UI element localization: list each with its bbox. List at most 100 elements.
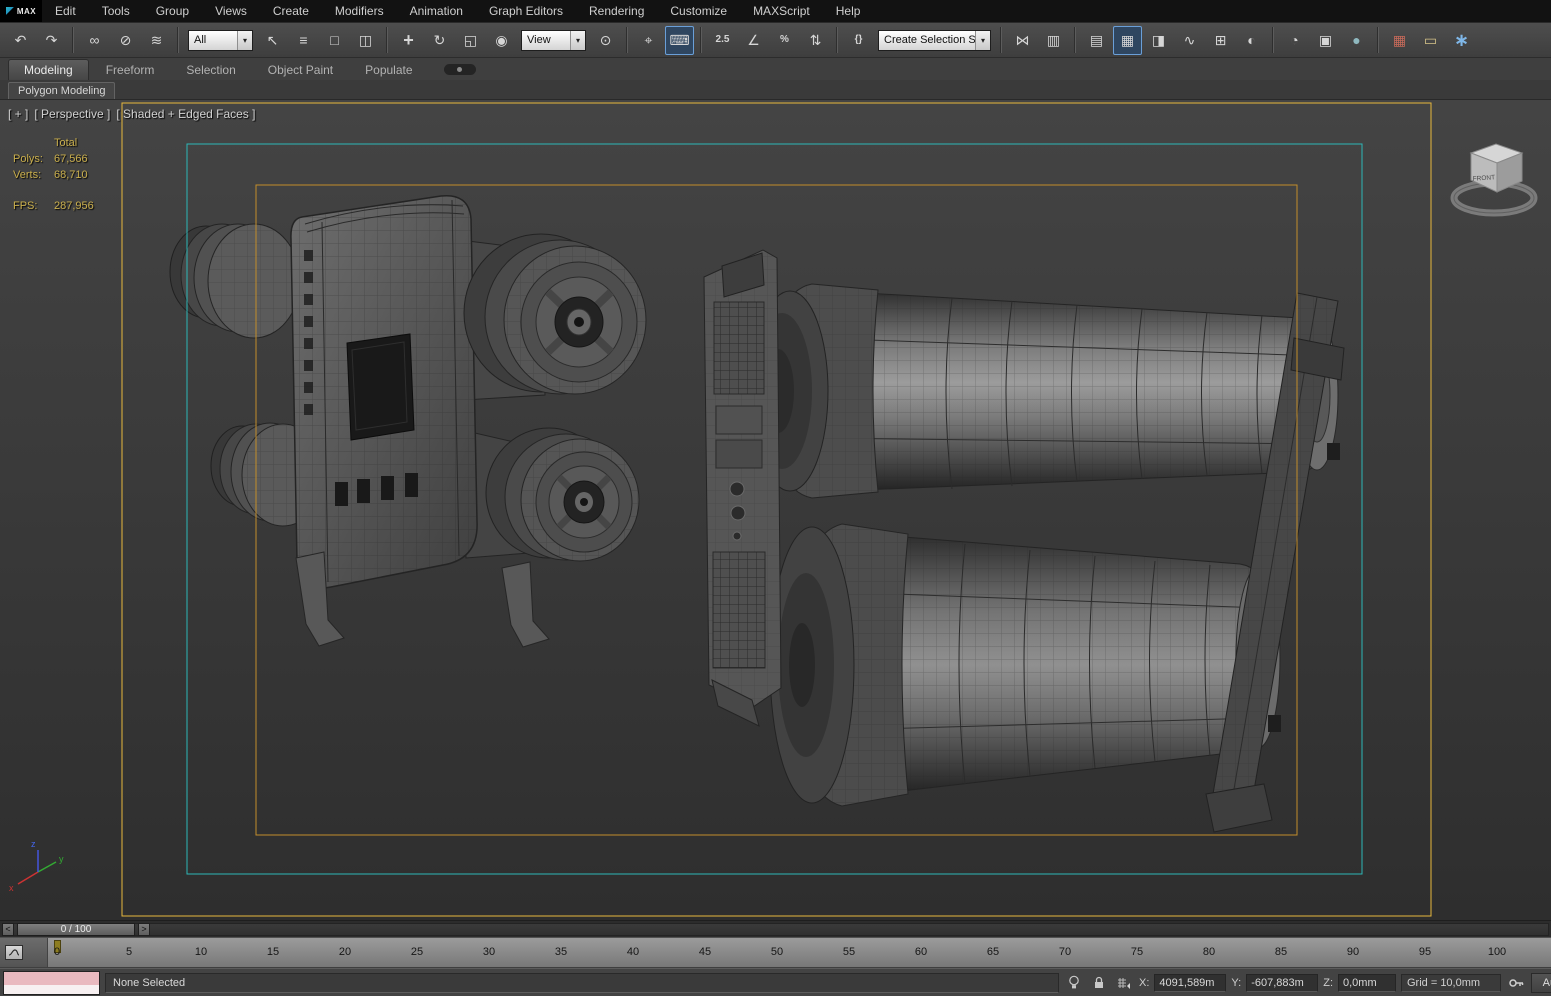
percent-snap-icon: % — [780, 34, 789, 45]
time-slider-track[interactable] — [2, 923, 1549, 936]
viewport-pov-menu[interactable]: [ Perspective ] — [34, 107, 110, 121]
window-crossing-toggle[interactable]: ◫ — [351, 26, 380, 55]
frame-tick-label: 50 — [770, 946, 784, 958]
percent-snap-toggle[interactable]: % — [770, 26, 799, 55]
3ds-max-window: MAX Edit Tools Group Views Create Modifiers An… — [0, 0, 1551, 996]
tab-polygon-modeling[interactable]: Polygon Modeling — [8, 82, 116, 99]
menu-animation[interactable]: Animation — [397, 0, 476, 22]
auto-key-button[interactable]: Auto — [1531, 972, 1551, 993]
render-setup-button[interactable]: ◔ — [1280, 26, 1309, 55]
rectangular-selection-region-button[interactable]: □ — [320, 26, 349, 55]
set-key-button[interactable] — [1506, 973, 1526, 993]
reference-coordinate-system-dropdown[interactable]: View ▾ — [521, 29, 586, 51]
measure-tool-button[interactable]: ▭ — [1416, 26, 1445, 55]
maxscript-mini-listener[interactable] — [3, 970, 100, 995]
schematic-view-button[interactable]: ⊞ — [1206, 26, 1235, 55]
rendered-frame-icon: ▣ — [1318, 32, 1333, 48]
viewport-shading-menu[interactable]: [ Shaded + Edged Faces ] — [116, 107, 255, 121]
chevron-down-icon[interactable]: ▾ — [975, 30, 990, 50]
named-selection-sets-dropdown[interactable]: Create Selection Se ▾ — [878, 29, 991, 51]
render-teapot-icon: ● — [1352, 32, 1361, 48]
open-mini-curve-editor-button[interactable] — [5, 945, 23, 960]
edit-named-selection-sets-button[interactable]: {} — [844, 26, 873, 55]
menu-views[interactable]: Views — [202, 0, 260, 22]
grid-size-display: Grid = 10,0mm — [1401, 973, 1501, 992]
render-in-cloud-button[interactable]: ▦ — [1385, 26, 1414, 55]
undo-button[interactable]: ↶ — [6, 26, 35, 55]
select-by-name-button[interactable]: ≡ — [289, 26, 318, 55]
isolate-selection-toggle[interactable] — [1064, 973, 1084, 993]
tab-selection[interactable]: Selection — [171, 60, 250, 80]
render-production-button[interactable]: ● — [1342, 26, 1371, 55]
listener-pane[interactable] — [4, 984, 99, 994]
tab-object-paint[interactable]: Object Paint — [253, 60, 348, 80]
select-and-rotate-button[interactable]: ↻ — [425, 26, 454, 55]
macro-recorder-pane[interactable] — [4, 971, 99, 985]
select-and-manipulate-button[interactable]: ⌖ — [634, 26, 663, 55]
chevron-down-icon[interactable]: ▾ — [570, 30, 585, 50]
a360-render-button[interactable]: ∗ — [1447, 26, 1476, 55]
select-and-scale-button[interactable]: ◱ — [456, 26, 485, 55]
select-object-button[interactable]: ↖ — [258, 26, 287, 55]
menu-customize[interactable]: Customize — [657, 0, 740, 22]
tab-modeling[interactable]: Modeling — [8, 59, 89, 80]
menu-rendering[interactable]: Rendering — [576, 0, 657, 22]
absolute-offset-mode-toggle[interactable] — [1114, 973, 1134, 993]
unlink-selection-button[interactable]: ⊘ — [111, 26, 140, 55]
time-slider[interactable]: < 0 / 100 > — [0, 920, 1551, 937]
tab-freeform[interactable]: Freeform — [91, 60, 170, 80]
tab-populate[interactable]: Populate — [350, 60, 427, 80]
viewport-general-menu[interactable]: [ + ] — [8, 107, 28, 121]
select-and-move-button[interactable]: + — [394, 26, 423, 55]
material-editor-button[interactable]: ◐ — [1237, 26, 1266, 55]
snaps-toggle[interactable]: 2.5 — [708, 26, 737, 55]
schematic-view-icon: ⊞ — [1214, 32, 1227, 48]
x-coordinate-field[interactable]: 4091,589m — [1154, 973, 1227, 992]
selection-filter-dropdown[interactable]: All ▾ — [188, 29, 253, 51]
mirror-button[interactable]: ⋈ — [1008, 26, 1037, 55]
bind-to-space-warp-button[interactable]: ≋ — [142, 26, 171, 55]
frame-tick-label: 45 — [698, 946, 712, 958]
menu-maxscript[interactable]: MAXScript — [740, 0, 823, 22]
menu-modifiers[interactable]: Modifiers — [322, 0, 397, 22]
time-slider-handle[interactable]: 0 / 100 — [17, 922, 135, 936]
spinner-snap-toggle[interactable]: ⇅ — [801, 26, 830, 55]
toolbar-separator — [836, 27, 838, 53]
next-frame-button[interactable]: > — [138, 922, 150, 936]
align-button[interactable]: ▥ — [1039, 26, 1068, 55]
redo-button[interactable]: ↷ — [37, 26, 66, 55]
max-logo-icon — [5, 7, 14, 15]
max-logo-text: MAX — [16, 6, 37, 16]
menu-group[interactable]: Group — [143, 0, 202, 22]
select-and-place-button[interactable]: ◉ — [487, 26, 516, 55]
viewport[interactable]: FRONT x y z [ + ] [ Perspective ] [ Shad… — [0, 100, 1551, 920]
transform-typein-grid-icon — [1118, 977, 1131, 989]
ribbon-toggle-button[interactable]: ▦ — [1113, 25, 1142, 55]
keyboard-shortcut-override-toggle[interactable]: ⌨ — [665, 25, 694, 55]
selection-lock-toggle[interactable] — [1089, 973, 1109, 993]
ribbon-minimize-toggle[interactable] — [443, 64, 476, 75]
select-and-link-button[interactable]: ∞ — [80, 26, 109, 55]
mini-curve-icon — [8, 949, 20, 956]
use-pivot-point-center-button[interactable]: ⊙ — [591, 26, 620, 55]
menu-graph-editors[interactable]: Graph Editors — [476, 0, 576, 22]
y-coordinate-field[interactable]: -607,883m — [1246, 973, 1319, 992]
chevron-down-icon[interactable]: ▾ — [237, 30, 252, 50]
rendered-frame-window-button[interactable]: ▣ — [1311, 26, 1340, 55]
menu-edit[interactable]: Edit — [42, 0, 89, 22]
viewport-canvas[interactable]: FRONT x y z — [0, 100, 1551, 920]
frame-tick-label: 0 — [53, 946, 61, 958]
curve-editor-button[interactable]: ∿ — [1175, 26, 1204, 55]
layer-manager-button[interactable]: ▤ — [1082, 26, 1111, 55]
menu-help[interactable]: Help — [823, 0, 874, 22]
menu-tools[interactable]: Tools — [89, 0, 143, 22]
menu-create[interactable]: Create — [260, 0, 322, 22]
track-bar[interactable]: 0 5 10 15 20 25 30 35 40 45 50 55 60 65 70 75 80 85 90 95 10… — [0, 937, 1551, 968]
scene-explorer-button[interactable]: ◨ — [1144, 26, 1173, 55]
angle-snap-toggle[interactable]: ∠ — [739, 26, 768, 55]
place-icon: ◉ — [495, 32, 508, 48]
application-menu-button[interactable]: MAX — [0, 0, 42, 22]
frame-tick-label: 95 — [1418, 946, 1432, 958]
previous-frame-button[interactable]: < — [2, 922, 14, 936]
z-coordinate-field[interactable]: 0,0mm — [1338, 973, 1396, 992]
